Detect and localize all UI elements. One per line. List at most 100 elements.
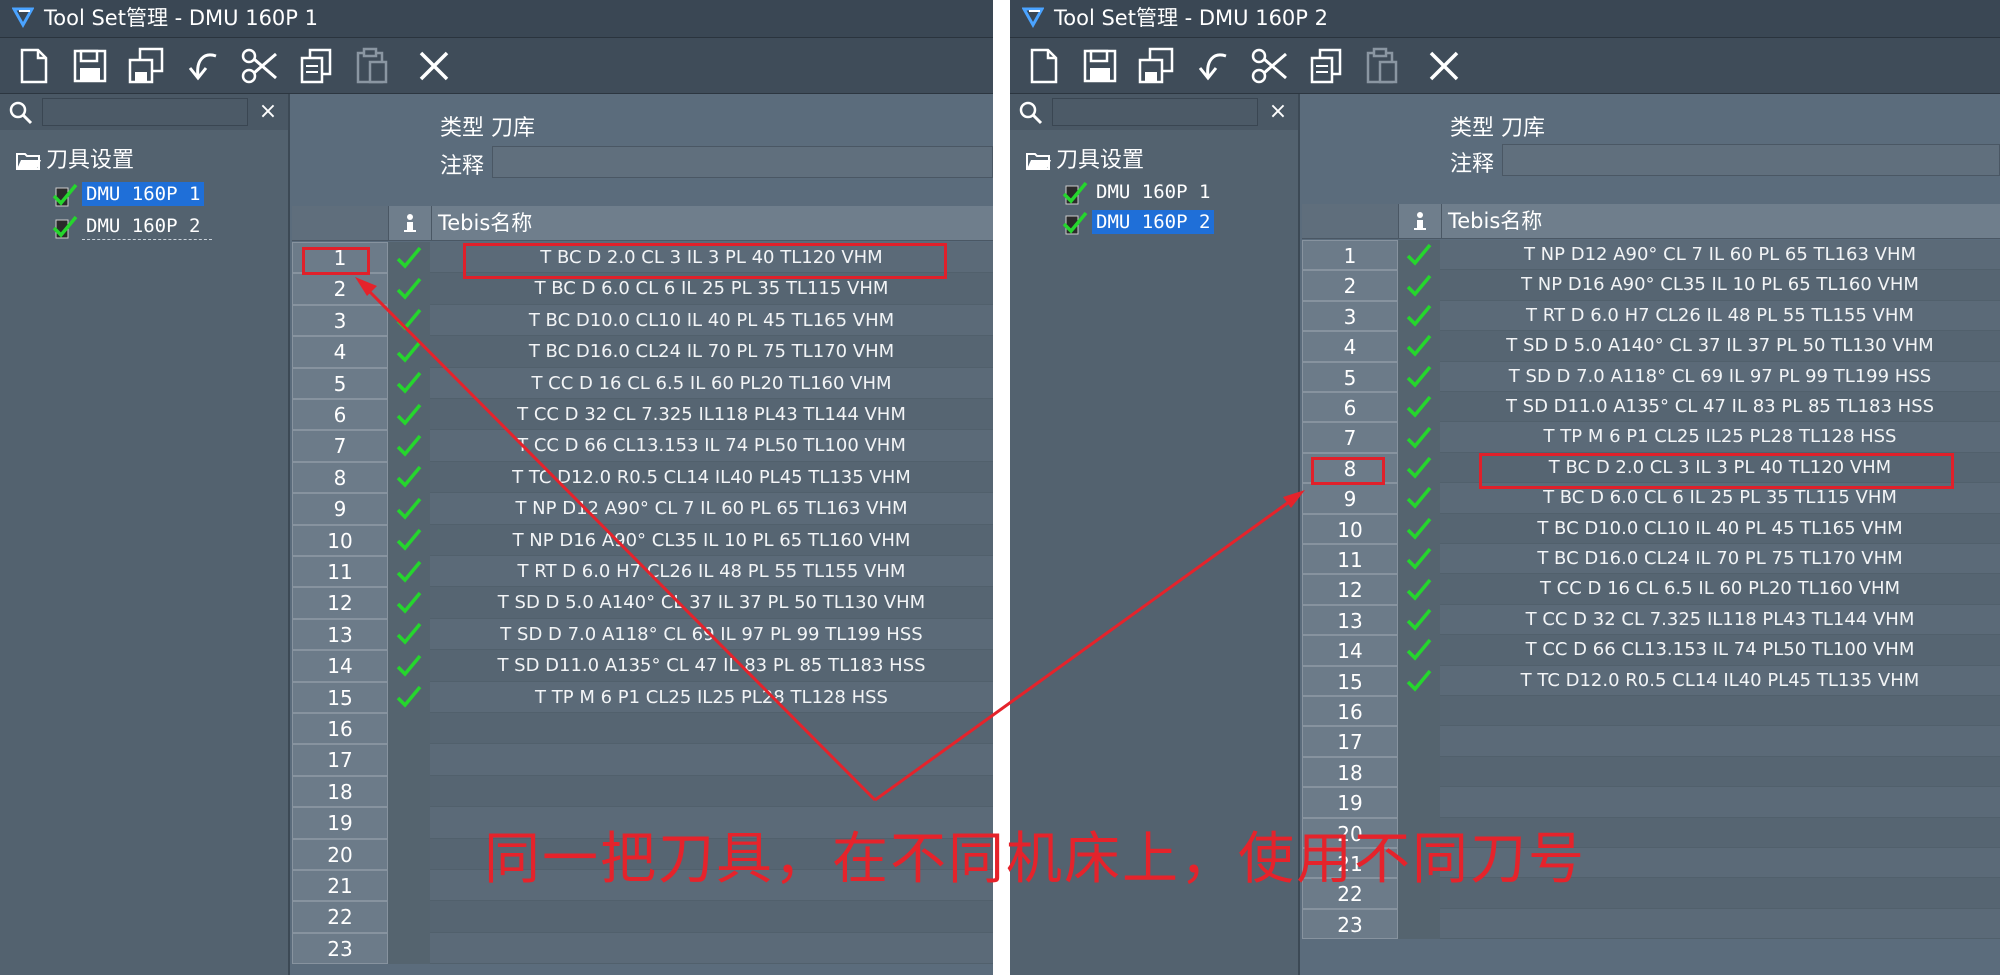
save-all-icon[interactable] xyxy=(1136,46,1176,86)
tool-name-cell[interactable] xyxy=(430,775,993,808)
delete-icon[interactable] xyxy=(1424,46,1464,86)
tool-number-cell[interactable]: 23 xyxy=(292,932,388,965)
table-row[interactable]: 3 T RT D 6.0 H7 CL26 IL 48 PL 55 TL155 VH… xyxy=(1302,300,2000,332)
tool-number-cell[interactable]: 7 xyxy=(1302,422,1398,453)
table-row[interactable]: 6 T SD D11.0 A135° CL 47 IL 83 PL 85 TL18… xyxy=(1302,392,2000,423)
table-row[interactable]: 22 xyxy=(292,901,993,933)
table-row[interactable]: 6 T CC D 32 CL 7.325 IL118 PL43 TL144 VHM xyxy=(292,399,993,431)
tool-number-cell[interactable]: 1 xyxy=(1302,240,1398,271)
table-row[interactable]: 7 T TP M 6 P1 CL25 IL25 PL28 TL128 HSS xyxy=(1302,422,2000,453)
table-row[interactable]: 13 T SD D 7.0 A118° CL 69 IL 97 PL 99 TL1… xyxy=(292,618,993,651)
tool-name-cell[interactable]: T SD D 7.0 A118° CL 69 IL 97 PL 99 TL199… xyxy=(1440,361,2000,392)
tool-name-cell[interactable]: T CC D 66 CL13.153 IL 74 PL50 TL100 VHM xyxy=(1440,635,2000,666)
tool-number-cell[interactable]: 16 xyxy=(292,713,388,745)
tool-number-cell[interactable]: 5 xyxy=(1302,361,1398,392)
tool-name-cell[interactable] xyxy=(430,713,993,745)
tool-number-cell[interactable]: 12 xyxy=(1302,574,1398,605)
tool-number-cell[interactable]: 13 xyxy=(292,618,388,651)
table-row[interactable]: 15 T TC D12.0 R0.5 CL14 IL40 PL45 TL135 V… xyxy=(1302,665,2000,696)
new-doc-icon[interactable] xyxy=(1024,46,1064,86)
cut-icon[interactable] xyxy=(1250,46,1290,86)
tool-number-cell[interactable]: 15 xyxy=(1302,665,1398,696)
table-row[interactable]: 4 T SD D 5.0 A140° CL 37 IL 37 PL 50 TL13… xyxy=(1302,331,2000,362)
new-doc-icon[interactable] xyxy=(14,46,54,86)
tool-number-cell[interactable]: 3 xyxy=(292,304,388,337)
tool-number-cell[interactable]: 6 xyxy=(1302,392,1398,423)
tool-name-cell[interactable] xyxy=(1440,726,2000,757)
tool-name-cell[interactable]: T NP D12 A90° CL 7 IL 60 PL 65 TL163 VHM xyxy=(1440,240,2000,271)
tool-number-cell[interactable]: 5 xyxy=(292,367,388,399)
tool-number-cell[interactable]: 10 xyxy=(1302,513,1398,544)
tool-name-cell[interactable]: T CC D 32 CL 7.325 IL118 PL43 TL144 VHM xyxy=(430,399,993,431)
tool-number-cell[interactable]: 16 xyxy=(1302,696,1398,727)
tool-name-cell[interactable]: T NP D16 A90° CL35 IL 10 PL 65 TL160 VHM xyxy=(430,524,993,556)
delete-icon[interactable] xyxy=(414,46,454,86)
save-icon[interactable] xyxy=(70,46,110,86)
table-row[interactable]: 4 T BC D16.0 CL24 IL 70 PL 75 TL170 VHM xyxy=(292,336,993,368)
table-row[interactable]: 10 T BC D10.0 CL10 IL 40 PL 45 TL165 VHM xyxy=(1302,513,2000,544)
tool-name-cell[interactable]: T CC D 16 CL 6.5 IL 60 PL20 TL160 VHM xyxy=(1440,574,2000,605)
tool-number-cell[interactable]: 4 xyxy=(1302,331,1398,362)
tool-number-cell[interactable]: 10 xyxy=(292,524,388,556)
tool-name-cell[interactable]: T SD D11.0 A135° CL 47 IL 83 PL 85 TL183… xyxy=(1440,392,2000,423)
column-header-tebis-name[interactable]: Tebis名称 xyxy=(438,206,993,240)
tool-number-cell[interactable]: 11 xyxy=(1302,544,1398,575)
paste-icon[interactable] xyxy=(352,46,392,86)
paste-icon[interactable] xyxy=(1362,46,1402,86)
tool-name-cell[interactable]: T SD D 7.0 A118° CL 69 IL 97 PL 99 TL199… xyxy=(430,618,993,651)
tool-name-cell[interactable]: T BC D10.0 CL10 IL 40 PL 45 TL165 VHM xyxy=(430,304,993,337)
tool-name-cell[interactable]: T RT D 6.0 H7 CL26 IL 48 PL 55 TL155 VHM xyxy=(430,556,993,588)
tool-name-cell[interactable]: T BC D16.0 CL24 IL 70 PL 75 TL170 VHM xyxy=(1440,544,2000,575)
table-row[interactable]: 3 T BC D10.0 CL10 IL 40 PL 45 TL165 VHM xyxy=(292,304,993,337)
tool-name-cell[interactable] xyxy=(1440,908,2000,940)
tool-number-cell[interactable]: 3 xyxy=(1302,300,1398,332)
copy-icon[interactable] xyxy=(1306,46,1346,86)
tool-name-cell[interactable] xyxy=(430,901,993,933)
tool-name-cell[interactable]: T CC D 16 CL 6.5 IL 60 PL20 TL160 VHM xyxy=(430,367,993,399)
tool-number-cell[interactable]: 18 xyxy=(292,775,388,808)
table-row[interactable]: 2 T NP D16 A90° CL35 IL 10 PL 65 TL160 VH… xyxy=(1302,270,2000,301)
search-input[interactable] xyxy=(42,98,248,126)
tool-name-cell[interactable] xyxy=(1440,696,2000,727)
clear-search-button[interactable]: × xyxy=(254,98,282,126)
table-row[interactable]: 12 T SD D 5.0 A140° CL 37 IL 37 PL 50 TL1… xyxy=(292,587,993,619)
table-row[interactable]: 11 T BC D16.0 CL24 IL 70 PL 75 TL170 VHM xyxy=(1302,544,2000,575)
table-row[interactable]: 9 T NP D12 A90° CL 7 IL 60 PL 65 TL163 VH… xyxy=(292,493,993,525)
tool-number-cell[interactable]: 17 xyxy=(292,744,388,776)
table-row[interactable]: 16 xyxy=(1302,696,2000,727)
tool-number-cell[interactable]: 15 xyxy=(292,681,388,713)
table-row[interactable]: 5 T SD D 7.0 A118° CL 69 IL 97 PL 99 TL19… xyxy=(1302,361,2000,392)
table-row[interactable]: 23 xyxy=(292,932,993,965)
tool-number-cell[interactable]: 7 xyxy=(292,430,388,462)
undo-icon[interactable] xyxy=(184,46,224,86)
header-status-cell[interactable] xyxy=(1398,204,1442,238)
table-row[interactable]: 8 T TC D12.0 R0.5 CL14 IL40 PL45 TL135 VH… xyxy=(292,461,993,494)
tool-number-cell[interactable]: 18 xyxy=(1302,756,1398,788)
tree-root[interactable]: 刀具设置 xyxy=(1026,146,1144,176)
header-status-cell[interactable] xyxy=(388,206,432,240)
table-row[interactable]: 5 T CC D 16 CL 6.5 IL 60 PL20 TL160 VHM xyxy=(292,367,993,399)
tool-name-cell[interactable]: T SD D11.0 A135° CL 47 IL 83 PL 85 TL183… xyxy=(430,650,993,682)
tool-name-cell[interactable]: T BC D16.0 CL24 IL 70 PL 75 TL170 VHM xyxy=(430,336,993,368)
table-row[interactable]: 13 T CC D 32 CL 7.325 IL118 PL43 TL144 VH… xyxy=(1302,604,2000,636)
tree-root[interactable]: 刀具设置 xyxy=(16,146,134,176)
table-row[interactable]: 7 T CC D 66 CL13.153 IL 74 PL50 TL100 VHM xyxy=(292,430,993,462)
table-row[interactable]: 23 xyxy=(1302,908,2000,940)
table-row[interactable]: 16 xyxy=(292,713,993,745)
table-row[interactable]: 17 xyxy=(1302,726,2000,757)
tool-name-cell[interactable]: T SD D 5.0 A140° CL 37 IL 37 PL 50 TL130… xyxy=(1440,331,2000,362)
tool-number-cell[interactable]: 20 xyxy=(292,838,388,870)
tool-number-cell[interactable]: 14 xyxy=(1302,635,1398,666)
cut-icon[interactable] xyxy=(240,46,280,86)
tool-number-cell[interactable]: 2 xyxy=(1302,270,1398,301)
tool-number-cell[interactable]: 2 xyxy=(292,273,388,305)
column-header-tebis-name[interactable]: Tebis名称 xyxy=(1448,204,2000,238)
tool-number-cell[interactable]: 17 xyxy=(1302,726,1398,757)
tool-name-cell[interactable]: T TP M 6 P1 CL25 IL25 PL28 TL128 HSS xyxy=(1440,422,2000,453)
tool-number-cell[interactable]: 22 xyxy=(292,901,388,933)
tool-name-cell[interactable]: T CC D 32 CL 7.325 IL118 PL43 TL144 VHM xyxy=(1440,604,2000,636)
table-row[interactable]: 12 T CC D 16 CL 6.5 IL 60 PL20 TL160 VHM xyxy=(1302,574,2000,605)
tool-number-cell[interactable]: 11 xyxy=(292,556,388,588)
tool-name-cell[interactable]: T TP M 6 P1 CL25 IL25 PL28 TL128 HSS xyxy=(430,681,993,713)
tool-name-cell[interactable]: T TC D12.0 R0.5 CL14 IL40 PL45 TL135 VHM xyxy=(430,461,993,494)
